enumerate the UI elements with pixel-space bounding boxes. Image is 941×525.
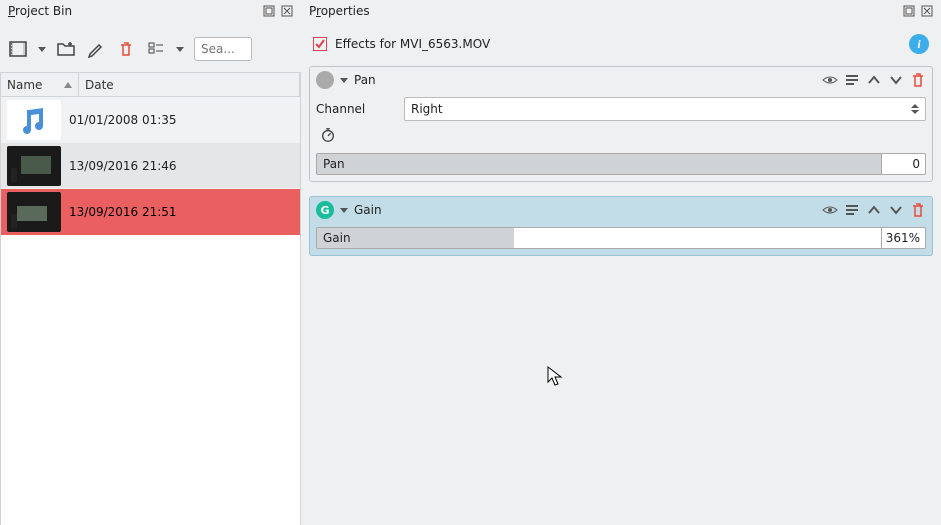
bin-toolbar (0, 26, 301, 72)
view-mode-icon[interactable] (146, 39, 166, 59)
dock-close-icon[interactable] (919, 3, 935, 19)
row-date: 13/09/2016 21:51 (67, 205, 300, 219)
collapse-arrow-icon[interactable] (340, 78, 348, 83)
effects-enable-checkbox[interactable] (313, 37, 327, 51)
project-bin-title: Project Bin (0, 0, 301, 26)
dock-float-icon[interactable] (261, 3, 277, 19)
gain-effect-icon: G (316, 201, 334, 219)
table-row[interactable]: 01/01/2008 01:35 (1, 97, 300, 143)
move-up-icon[interactable] (866, 72, 882, 88)
row-date: 13/09/2016 21:46 (67, 159, 300, 173)
folder-add-icon[interactable] (56, 39, 76, 59)
effects-header: Effects for MVI_6563.MOV i (305, 26, 937, 62)
collapse-arrow-icon[interactable] (340, 208, 348, 213)
dock-float-icon[interactable] (901, 3, 917, 19)
search-input[interactable] (194, 37, 252, 61)
eye-icon[interactable] (822, 202, 838, 218)
channel-label: Channel (316, 102, 396, 116)
thumbnail-video (7, 146, 61, 186)
eye-icon[interactable] (822, 72, 838, 88)
clip-icon[interactable] (8, 39, 28, 59)
sort-ascending-icon (64, 82, 72, 88)
dock-close-icon[interactable] (279, 3, 295, 19)
presets-icon[interactable] (844, 72, 860, 88)
presets-icon[interactable] (844, 202, 860, 218)
channel-select[interactable]: Right (404, 97, 926, 121)
view-menu-arrow[interactable] (176, 47, 184, 52)
effect-gain: G Gain Gain 361% (309, 196, 933, 256)
column-name[interactable]: Name (1, 73, 79, 96)
delete-effect-icon[interactable] (910, 72, 926, 88)
properties-title: Properties (301, 0, 941, 26)
table-row[interactable]: 13/09/2016 21:51 (1, 189, 300, 235)
info-icon[interactable]: i (909, 34, 929, 54)
gain-value[interactable]: 361% (882, 227, 926, 249)
bin-table: Name Date 01/01/2008 01:35 13/09/2016 21… (0, 72, 301, 525)
pan-slider[interactable]: Pan (316, 153, 882, 175)
column-date[interactable]: Date (79, 73, 300, 96)
keyframe-timer-icon[interactable] (320, 127, 336, 143)
delete-icon[interactable] (116, 39, 136, 59)
thumbnail-video (7, 192, 61, 232)
move-down-icon[interactable] (888, 202, 904, 218)
pan-effect-icon (316, 71, 334, 89)
row-date: 01/01/2008 01:35 (67, 113, 300, 127)
effect-name: Pan (354, 73, 376, 87)
table-row[interactable]: 13/09/2016 21:46 (1, 143, 300, 189)
move-down-icon[interactable] (888, 72, 904, 88)
effect-name: Gain (354, 203, 382, 217)
edit-icon[interactable] (86, 39, 106, 59)
effect-pan: Pan Channel Right (309, 66, 933, 182)
move-up-icon[interactable] (866, 202, 882, 218)
delete-effect-icon[interactable] (910, 202, 926, 218)
effects-title: Effects for MVI_6563.MOV (335, 37, 490, 51)
thumbnail-audio (7, 100, 61, 140)
clip-menu-arrow[interactable] (38, 47, 46, 52)
gain-slider[interactable]: Gain (316, 227, 882, 249)
pan-value[interactable]: 0 (882, 153, 926, 175)
